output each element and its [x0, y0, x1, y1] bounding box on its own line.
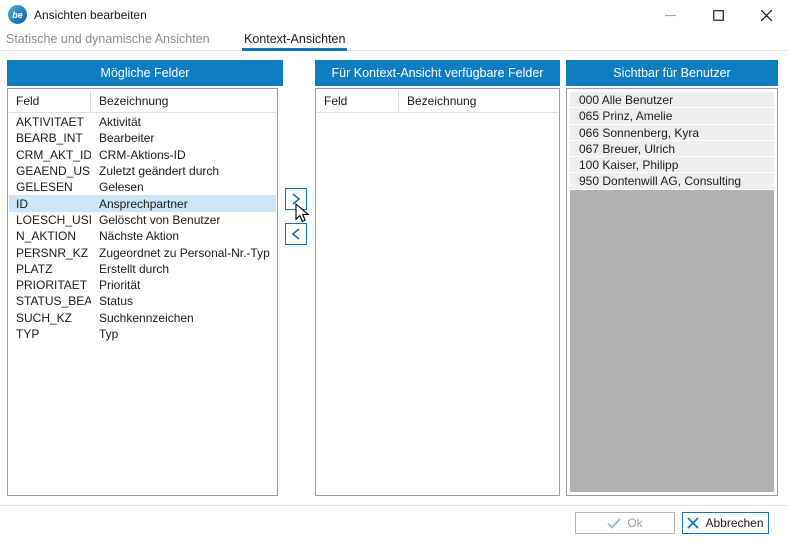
bezeichnung-cell: Gelöscht von Benutzer: [91, 213, 276, 227]
column-header-bezeichnung[interactable]: Bezeichnung: [91, 94, 276, 108]
bezeichnung-cell: Aktivität: [91, 115, 276, 129]
maximize-button[interactable]: [696, 0, 741, 30]
close-button[interactable]: [744, 0, 788, 30]
field-row[interactable]: GEAEND_USRZuletzt geändert durch: [9, 163, 276, 179]
user-list-item[interactable]: 100 Kaiser, Philipp: [570, 157, 774, 173]
field-cell: AKTIVITAET: [9, 115, 91, 129]
field-cell: ID: [9, 197, 91, 211]
field-row[interactable]: GELESENGelesen: [9, 179, 276, 195]
field-row[interactable]: IDAnsprechpartner: [9, 195, 276, 211]
field-row[interactable]: PRIORITAETPriorität: [9, 277, 276, 293]
title-bar[interactable]: be Ansichten bearbeiten: [0, 0, 788, 30]
field-row[interactable]: TYPTyp: [9, 326, 276, 342]
cancel-button[interactable]: Abbrechen: [682, 512, 769, 534]
ok-button[interactable]: Ok: [575, 512, 675, 534]
field-row[interactable]: N_AKTIONNächste Aktion: [9, 228, 276, 244]
available-fields-body: [317, 114, 558, 494]
minimize-button[interactable]: [648, 0, 693, 30]
bezeichnung-cell: Status: [91, 294, 276, 308]
field-row[interactable]: BEARB_INTBearbeiter: [9, 130, 276, 146]
field-cell: GEAEND_USR: [9, 164, 91, 178]
bezeichnung-cell: Typ: [91, 327, 276, 341]
bezeichnung-cell: Priorität: [91, 278, 276, 292]
field-cell: CRM_AKT_ID: [9, 148, 91, 162]
ok-button-label: Ok: [627, 516, 642, 530]
possible-fields-body: AKTIVITAETAktivitätBEARB_INTBearbeiterCR…: [9, 114, 276, 494]
tab-static-dynamic-views[interactable]: Statische und dynamische Ansichten: [6, 30, 210, 50]
column-header-feld[interactable]: Feld: [9, 91, 91, 111]
bezeichnung-cell: Bearbeiter: [91, 131, 276, 145]
x-icon: [687, 517, 699, 529]
field-row[interactable]: PERSNR_KZZugeordnet zu Personal-Nr.-Typ: [9, 244, 276, 260]
field-row[interactable]: PLATZErstellt durch: [9, 261, 276, 277]
app-logo-icon: be: [8, 5, 27, 24]
column-header-feld[interactable]: Feld: [317, 91, 399, 111]
column-header-bezeichnung[interactable]: Bezeichnung: [399, 94, 558, 108]
field-cell: PLATZ: [9, 262, 91, 276]
field-row[interactable]: LOESCH_USRGelöscht von Benutzer: [9, 212, 276, 228]
field-cell: PERSNR_KZ: [9, 246, 91, 260]
check-icon: [607, 518, 621, 529]
dialog-window: be Ansichten bearbeiten Statische und dy…: [0, 0, 788, 541]
field-row[interactable]: AKTIVITAETAktivität: [9, 114, 276, 130]
move-left-button[interactable]: [285, 223, 307, 245]
users-list-empty-area: [570, 190, 774, 492]
bezeichnung-cell: Ansprechpartner: [91, 197, 276, 211]
field-row[interactable]: SUCH_KZSuchkennzeichen: [9, 310, 276, 326]
field-cell: GELESEN: [9, 180, 91, 194]
right-chevron-icon: [290, 193, 302, 205]
field-cell: N_AKTION: [9, 229, 91, 243]
user-list-item[interactable]: 067 Breuer, Ulrich: [570, 141, 774, 157]
field-cell: BEARB_INT: [9, 131, 91, 145]
available-fields-header: Für Kontext-Ansicht verfügbare Felder: [315, 60, 560, 86]
bezeichnung-cell: Erstellt durch: [91, 262, 276, 276]
user-list-item[interactable]: 065 Prinz, Amelie: [570, 108, 774, 124]
field-row[interactable]: STATUS_BEAStatus: [9, 293, 276, 309]
move-right-button[interactable]: [285, 188, 307, 210]
tab-bar: Statische und dynamische Ansichten Konte…: [0, 30, 788, 51]
close-icon: [761, 10, 772, 21]
field-cell: LOESCH_USR: [9, 213, 91, 227]
bezeichnung-cell: Zugeordnet zu Personal-Nr.-Typ: [91, 246, 276, 260]
bezeichnung-cell: Nächste Aktion: [91, 229, 276, 243]
bezeichnung-cell: Suchkennzeichen: [91, 311, 276, 325]
field-cell: TYP: [9, 327, 91, 341]
cancel-button-label: Abbrechen: [705, 516, 763, 530]
bezeichnung-cell: CRM-Aktions-ID: [91, 148, 276, 162]
possible-fields-header: Mögliche Felder: [7, 60, 283, 86]
bezeichnung-cell: Zuletzt geändert durch: [91, 164, 276, 178]
tab-context-views[interactable]: Kontext-Ansichten: [242, 30, 347, 51]
bezeichnung-cell: Gelesen: [91, 180, 276, 194]
field-cell: SUCH_KZ: [9, 311, 91, 325]
user-list-item[interactable]: 066 Sonnenberg, Kyra: [570, 125, 774, 141]
possible-fields-table[interactable]: Feld Bezeichnung AKTIVITAETAktivitätBEAR…: [7, 88, 278, 496]
visible-users-panel[interactable]: 000 Alle Benutzer065 Prinz, Amelie066 So…: [566, 88, 778, 496]
minimize-icon: [665, 10, 676, 21]
available-fields-table[interactable]: Feld Bezeichnung: [315, 88, 560, 496]
available-fields-column-headers: Feld Bezeichnung: [317, 89, 558, 113]
field-row[interactable]: CRM_AKT_IDCRM-Aktions-ID: [9, 147, 276, 163]
field-cell: STATUS_BEA: [9, 294, 91, 308]
user-list-item[interactable]: 000 Alle Benutzer: [570, 92, 774, 108]
visible-users-list: 000 Alle Benutzer065 Prinz, Amelie066 So…: [570, 92, 774, 190]
possible-fields-column-headers: Feld Bezeichnung: [9, 89, 276, 113]
visible-users-header: Sichtbar für Benutzer: [566, 60, 778, 86]
user-list-item[interactable]: 950 Dontenwill AG, Consulting: [570, 173, 774, 189]
window-title: Ansichten bearbeiten: [34, 8, 147, 22]
left-chevron-icon: [290, 228, 302, 240]
field-cell: PRIORITAET: [9, 278, 91, 292]
maximize-icon: [713, 10, 724, 21]
footer-divider: [0, 505, 788, 506]
